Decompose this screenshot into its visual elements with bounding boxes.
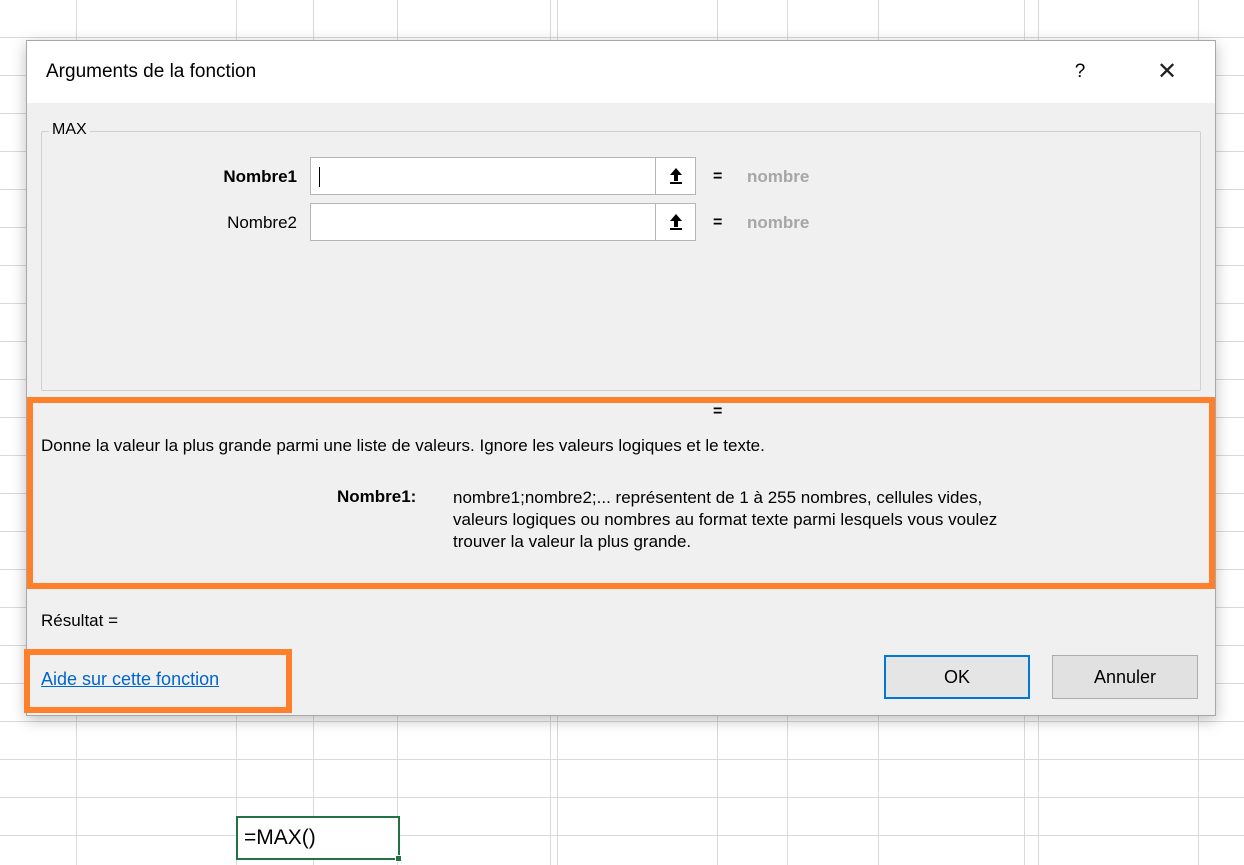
arrow-up-icon <box>669 214 682 230</box>
argument-help-text: nombre1;nombre2;... représentent de 1 à … <box>453 487 1213 553</box>
argument-result-nombre2: nombre <box>747 213 810 232</box>
argument-label-nombre2: Nombre2 <box>227 213 297 232</box>
text-caret <box>319 167 320 187</box>
nombre1-input[interactable] <box>310 157 696 195</box>
function-name: MAX <box>49 121 90 139</box>
function-arguments-dialog: Arguments de la fonction ? ✕ MAX Nombre1… <box>24 40 1216 716</box>
argument-equals: = <box>713 168 723 185</box>
argument-help-line: trouver la valeur la plus grande. <box>453 532 692 551</box>
arrow-up-icon <box>669 168 682 184</box>
help-link[interactable]: Aide sur cette fonction <box>41 669 219 690</box>
active-cell[interactable]: =MAX() <box>236 816 402 862</box>
function-description: Donne la valeur la plus grande parmi une… <box>41 436 765 455</box>
dialog-title: Arguments de la fonction <box>46 61 257 82</box>
argument-help-label: Nombre1: <box>337 487 417 506</box>
result-label: Résultat = <box>41 611 119 630</box>
collapse-dialog-button[interactable] <box>655 204 695 240</box>
close-icon[interactable]: ✕ <box>1143 53 1191 91</box>
argument-result-nombre1: nombre <box>747 167 810 186</box>
ok-button[interactable]: OK <box>884 655 1030 699</box>
nombre2-input[interactable] <box>310 203 696 241</box>
fill-handle[interactable] <box>395 855 402 862</box>
argument-help-line: valeurs logiques ou nombres au format te… <box>453 510 998 529</box>
description-equals: = <box>713 403 723 420</box>
argument-label-nombre1: Nombre1 <box>223 167 297 186</box>
active-cell-value: =MAX() <box>244 826 316 849</box>
argument-equals: = <box>713 214 723 231</box>
cancel-button[interactable]: Annuler <box>1052 655 1198 699</box>
collapse-dialog-button[interactable] <box>655 158 695 194</box>
argument-help-line: nombre1;nombre2;... représentent de 1 à … <box>453 488 983 507</box>
dialog-titlebar: Arguments de la fonction ? ✕ <box>27 41 1215 103</box>
help-button[interactable]: ? <box>1060 55 1100 89</box>
